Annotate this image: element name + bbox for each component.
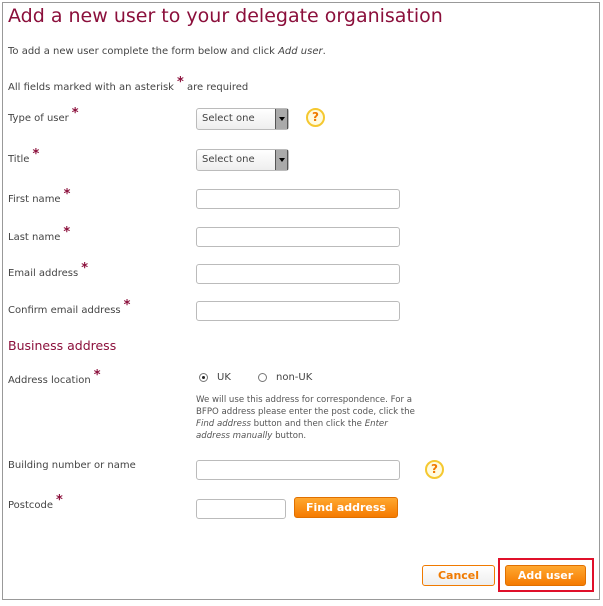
title-select[interactable]: Select one xyxy=(196,149,289,171)
business-address-heading: Business address xyxy=(8,338,117,353)
chevron-down-icon xyxy=(275,150,288,170)
confirm-email-input[interactable] xyxy=(196,301,400,321)
radio-non-uk[interactable] xyxy=(258,373,267,382)
postcode-input[interactable] xyxy=(196,499,286,519)
find-address-button[interactable]: Find address xyxy=(294,497,398,518)
email-label: Email address * xyxy=(8,261,89,279)
last-name-label: Last name * xyxy=(8,225,71,243)
required-note: All fields marked with an asterisk * are … xyxy=(8,75,249,93)
radio-uk-label: UK xyxy=(217,372,231,383)
email-input[interactable] xyxy=(196,264,400,284)
type-of-user-label: Type of user * xyxy=(8,106,79,124)
building-input[interactable] xyxy=(196,460,400,480)
address-location-label: Address location * xyxy=(8,368,101,386)
building-label: Building number or name xyxy=(8,460,136,471)
radio-uk[interactable] xyxy=(199,373,208,382)
page-title: Add a new user to your delegate organisa… xyxy=(8,5,443,27)
last-name-input[interactable] xyxy=(196,227,400,247)
type-of-user-select[interactable]: Select one xyxy=(196,108,289,130)
address-note: We will use this address for corresponde… xyxy=(196,395,415,441)
radio-non-uk-label: non-UK xyxy=(276,372,313,383)
title-label: Title * xyxy=(8,147,40,165)
help-icon[interactable]: ? xyxy=(425,460,444,479)
cancel-button[interactable]: Cancel xyxy=(422,565,495,586)
highlight-box xyxy=(498,558,594,592)
first-name-input[interactable] xyxy=(196,189,400,209)
first-name-label: First name * xyxy=(8,187,71,205)
intro-text: To add a new user complete the form belo… xyxy=(8,46,326,57)
chevron-down-icon xyxy=(275,109,288,129)
postcode-label: Postcode * xyxy=(8,493,63,511)
help-icon[interactable]: ? xyxy=(306,108,325,127)
confirm-email-label: Confirm email address * xyxy=(8,298,131,316)
